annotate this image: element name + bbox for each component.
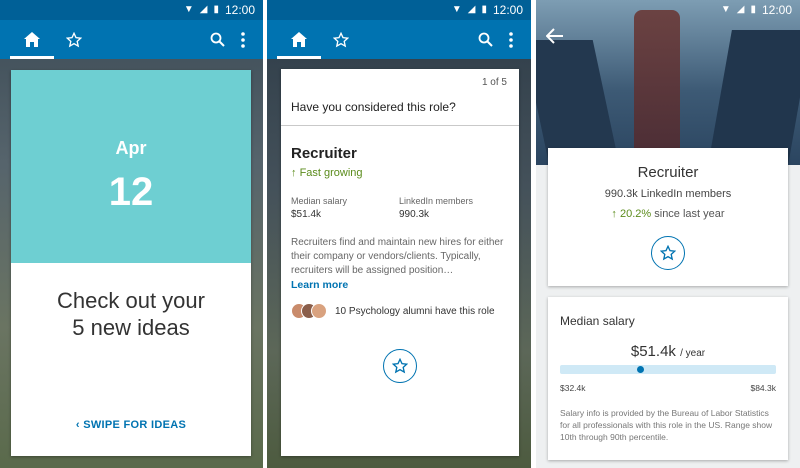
search-icon (210, 32, 225, 47)
signal-icon: ◢ (199, 4, 208, 15)
role-title: Recruiter (291, 145, 357, 162)
status-bar: ▼ ◢ ▮ 12:00 (0, 0, 263, 20)
divider (281, 125, 519, 126)
chevron-left-icon: ‹ (75, 419, 80, 431)
salary-value-row: $51.4k / year (548, 343, 788, 360)
growth-label: Fast growing (299, 167, 363, 179)
role-summary-card: Recruiter 990.3k LinkedIn members ↑ 20.2… (548, 148, 788, 286)
star-icon (392, 358, 408, 374)
ideas-headline: Check out your 5 new ideas (57, 288, 205, 340)
signal-icon: ◢ (467, 4, 476, 15)
date-day: 12 (108, 170, 154, 214)
avatar (311, 303, 327, 319)
tab-home[interactable] (277, 20, 321, 59)
tab-home[interactable] (10, 20, 54, 59)
members-count: 990.3k LinkedIn members (604, 188, 732, 200)
battery-icon: ▮ (481, 4, 487, 15)
ideas-card[interactable]: Apr 12 Check out your 5 new ideas ‹ SWIP… (11, 70, 251, 456)
median-salary-value: $51.4k (291, 209, 322, 220)
arrow-up-icon: ↑ (611, 208, 617, 220)
alumni-text: 10 Psychology alumni have this role (335, 305, 495, 317)
status-time: 12:00 (224, 3, 255, 17)
more-options-button[interactable] (231, 20, 255, 59)
date-month: Apr (115, 138, 147, 158)
more-options-button[interactable] (499, 20, 523, 59)
back-button[interactable] (545, 28, 566, 48)
growth-percent: 20.2% (619, 208, 652, 220)
salary-marker (637, 366, 645, 373)
swipe-label: SWIPE FOR IDEAS (83, 419, 187, 431)
members-value: 990.3k (399, 209, 430, 220)
hero-lapel-left (536, 40, 620, 165)
median-salary-label: Median salary (291, 196, 348, 206)
date-block: Apr 12 (11, 70, 251, 263)
more-vert-icon (509, 31, 513, 48)
more-vert-icon (241, 31, 245, 48)
role-title: Recruiter (637, 164, 699, 181)
salary-title: Median salary (560, 314, 635, 328)
tab-saved[interactable] (52, 20, 96, 59)
card-question: Have you considered this role? (291, 100, 456, 114)
growth-badge: ↑ Fast growing (291, 167, 363, 179)
star-icon (660, 245, 676, 261)
wifi-icon: ▼ (451, 4, 462, 15)
star-icon (333, 31, 349, 47)
search-button[interactable] (473, 20, 497, 59)
app-bar (0, 20, 263, 59)
signal-icon: ◢ (736, 4, 745, 15)
screen-role-detail: ▼ ◢ ▮ 12:00 Recruiter 990.3k LinkedIn me… (536, 0, 800, 468)
hero-lapel-right (708, 30, 800, 165)
wifi-icon: ▼ (720, 4, 731, 15)
hero-tie (634, 10, 680, 160)
app-bar (267, 20, 531, 59)
status-time: 12:00 (761, 3, 792, 17)
salary-max: $84.3k (750, 383, 776, 393)
search-icon (478, 32, 493, 47)
tab-saved[interactable] (319, 20, 363, 59)
status-bar: ▼ ◢ ▮ 12:00 (536, 0, 800, 20)
arrow-up-icon: ↑ (291, 167, 297, 179)
growth-suffix: since last year (654, 208, 725, 220)
save-role-button[interactable] (651, 236, 685, 270)
alumni-row[interactable]: 10 Psychology alumni have this role (291, 303, 495, 319)
learn-more-link[interactable]: Learn more (291, 279, 348, 291)
battery-icon: ▮ (750, 4, 756, 15)
salary-min: $32.4k (560, 383, 586, 393)
salary-note: Salary info is provided by the Bureau of… (560, 408, 773, 442)
search-button[interactable] (205, 20, 229, 59)
members-label: LinkedIn members (399, 196, 474, 206)
swipe-for-ideas-link[interactable]: ‹ SWIPE FOR IDEAS (11, 419, 251, 431)
role-card[interactable]: 1 of 5 Have you considered this role? Re… (281, 69, 519, 456)
card-counter: 1 of 5 (481, 77, 507, 88)
wifi-icon: ▼ (183, 4, 194, 15)
status-bar: ▼ ◢ ▮ 12:00 (267, 0, 531, 20)
star-icon (66, 31, 82, 47)
growth-since: ↑ 20.2% since last year (548, 208, 788, 220)
battery-icon: ▮ (213, 4, 219, 15)
salary-unit: / year (680, 348, 706, 359)
salary-value: $51.4k (630, 343, 676, 360)
screen-ideas: ▼ ◢ ▮ 12:00 Apr 12 Check out your 5 new … (0, 0, 263, 468)
hero-image (536, 0, 800, 165)
save-role-button[interactable] (383, 349, 417, 383)
screen-role-suggestion: ▼ ◢ ▮ 12:00 1 of 5 Have you considered t… (267, 0, 531, 468)
home-icon (24, 32, 40, 47)
salary-range-bar (560, 365, 776, 374)
home-icon (291, 32, 307, 47)
salary-card: Median salary $51.4k / year $32.4k $84.3… (548, 297, 788, 460)
role-description: Recruiters find and maintain new hires f… (291, 237, 504, 276)
status-time: 12:00 (492, 3, 523, 17)
arrow-back-icon (545, 28, 563, 44)
